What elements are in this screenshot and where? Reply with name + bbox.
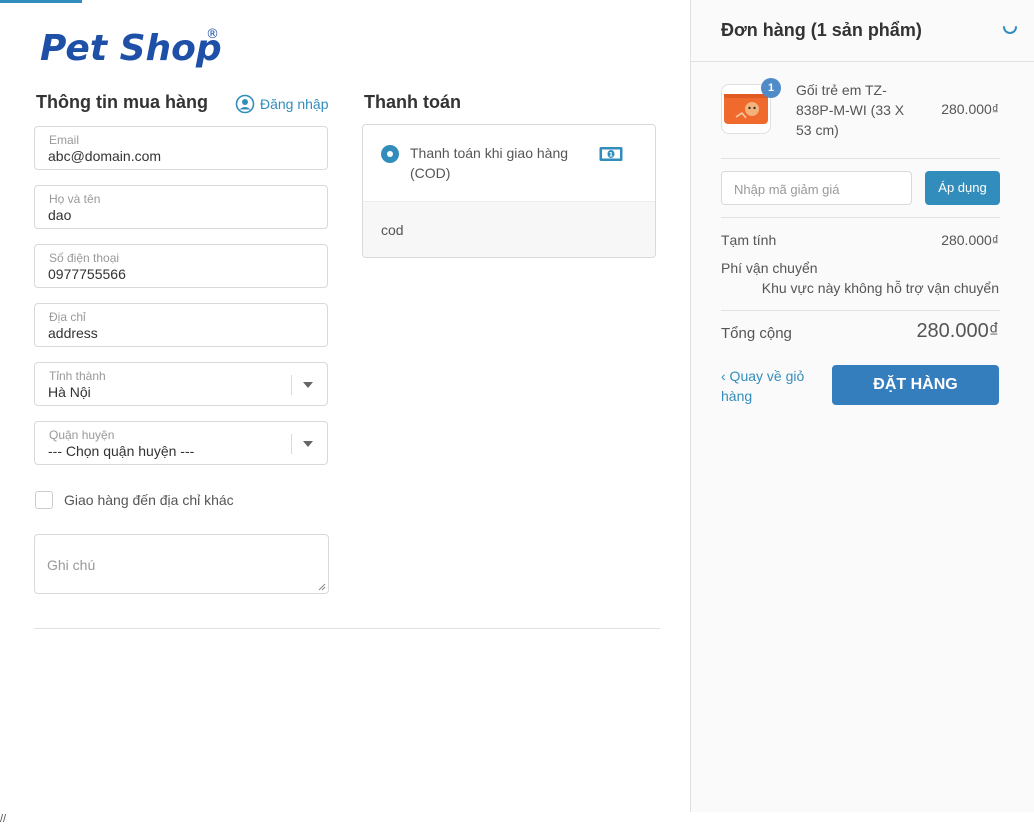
cod-description: cod — [363, 201, 655, 257]
payment-title: Thanh toán — [364, 92, 461, 112]
ship-other-address-row[interactable]: Giao hàng đến địa chỉ khác — [35, 491, 234, 509]
cod-description-text: cod — [381, 222, 404, 238]
order-title: Đơn hàng (1 sản phẩm) — [721, 20, 922, 40]
back-to-cart-link[interactable]: ‹ Quay về giỏ hàng — [721, 366, 821, 406]
fullname-field[interactable]: Họ và tên dao — [34, 185, 328, 229]
phone-label: Số điện thoại — [49, 251, 120, 265]
payment-methods-box: Thanh toán khi giao hàng (COD) 1 cod — [362, 124, 656, 258]
ship-other-label: Giao hàng đến địa chỉ khác — [64, 492, 234, 508]
divider — [721, 217, 1000, 218]
phone-field[interactable]: Số điện thoại 0977755566 — [34, 244, 328, 288]
section-divider — [34, 628, 660, 629]
email-value: abc@domain.com — [48, 148, 162, 164]
divider — [721, 310, 1000, 311]
chevron-down-icon — [303, 382, 313, 388]
province-value: Hà Nội — [48, 384, 91, 400]
corner-mark: // — [0, 813, 7, 825]
order-summary-sidebar: Đơn hàng (1 sản phẩm) 1 Gối trẻ em TZ-83… — [690, 0, 1034, 812]
chevron-down-icon — [303, 441, 313, 447]
shipping-note: Khu vực này không hỗ trợ vận chuyển — [761, 280, 999, 296]
discount-code-input[interactable]: Nhập mã giảm giá — [721, 171, 912, 205]
apply-discount-button[interactable]: Áp dụng — [925, 171, 1000, 205]
customer-info-title: Thông tin mua hàng — [36, 92, 208, 112]
district-label: Quận huyện — [49, 428, 115, 442]
registered-mark: ® — [206, 27, 219, 42]
resize-handle-icon[interactable] — [318, 583, 326, 591]
product-name: Gối trẻ em TZ-838P-M-WI (33 X 53 cm) — [796, 82, 905, 138]
note-textarea[interactable]: Ghi chú — [34, 534, 329, 594]
pet-shop-logo[interactable]: Pet Shop ® — [40, 22, 230, 72]
product-price: 280.000₫ — [941, 101, 999, 117]
email-label: Email — [49, 133, 80, 147]
address-field[interactable]: Địa chỉ address — [34, 303, 328, 347]
divider — [721, 158, 1000, 159]
select-separator — [291, 375, 292, 395]
province-select[interactable]: Tỉnh thành Hà Nội — [34, 362, 328, 406]
loading-spinner-icon — [1003, 26, 1017, 34]
discount-placeholder: Nhập mã giảm giá — [734, 182, 840, 197]
subtotal-value: 280.000₫ — [941, 232, 999, 248]
total-label: Tổng cộng — [721, 325, 792, 342]
svg-text:1: 1 — [609, 152, 613, 159]
place-order-button[interactable]: ĐẶT HÀNG — [832, 365, 999, 405]
address-value: address — [48, 325, 98, 341]
district-value: --- Chọn quận huyện --- — [48, 443, 195, 459]
total-value: 280.000₫ — [916, 320, 999, 342]
province-label: Tỉnh thành — [49, 369, 106, 383]
note-placeholder: Ghi chú — [47, 557, 96, 573]
cash-icon: 1 — [599, 147, 623, 161]
user-circle-icon — [235, 94, 255, 114]
ship-other-checkbox[interactable] — [35, 491, 53, 509]
select-separator — [291, 434, 292, 454]
fullname-label: Họ và tên — [49, 192, 101, 206]
cod-payment-option[interactable]: Thanh toán khi giao hàng (COD) 1 — [363, 125, 655, 201]
top-accent-bar — [0, 0, 82, 3]
cod-radio[interactable] — [381, 145, 399, 163]
subtotal-label: Tạm tính — [721, 232, 777, 248]
phone-value: 0977755566 — [48, 266, 126, 282]
email-field[interactable]: Email abc@domain.com — [34, 126, 328, 170]
cod-label: Thanh toán khi giao hàng (COD) — [410, 145, 569, 181]
district-select[interactable]: Quận huyện --- Chọn quận huyện --- — [34, 421, 328, 465]
login-label: Đăng nhập — [260, 96, 329, 112]
login-link[interactable]: Đăng nhập — [235, 94, 329, 114]
logo-text: Pet Shop — [40, 28, 222, 69]
sidebar-header-divider — [691, 61, 1034, 62]
fullname-value: dao — [48, 207, 72, 223]
shipping-label: Phí vận chuyển — [721, 260, 818, 276]
address-label: Địa chỉ — [49, 310, 86, 324]
quantity-badge: 1 — [761, 78, 781, 98]
